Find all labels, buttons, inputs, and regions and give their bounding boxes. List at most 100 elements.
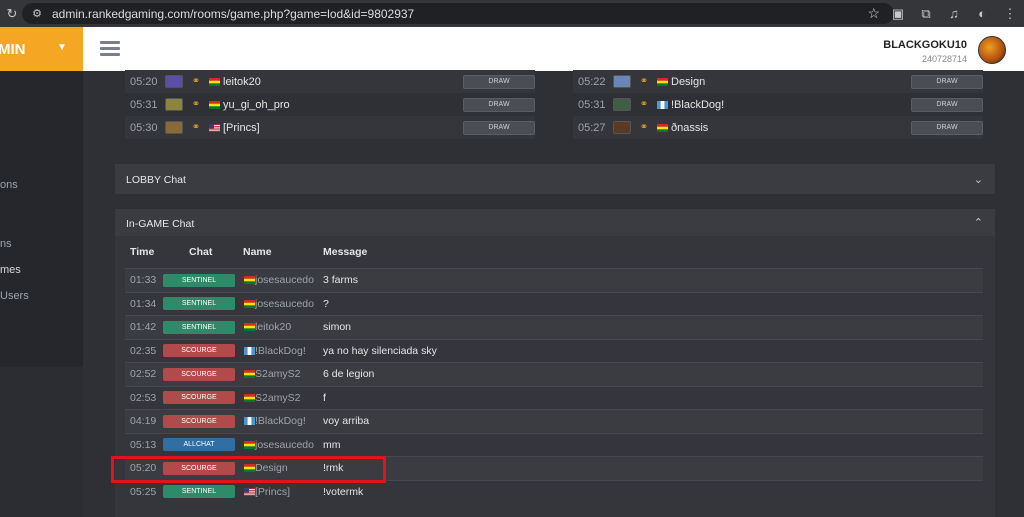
draw-button[interactable]: DRAW (463, 120, 535, 135)
chat-player-name[interactable]: [Princs] (244, 486, 323, 498)
lobby-chat-title: LOBBY Chat (126, 174, 186, 186)
chat-time: 02:35 (130, 344, 157, 357)
chevron-up-icon[interactable]: ⌃ (974, 216, 983, 229)
player-name[interactable]: yu_gi_oh_pro (223, 99, 463, 111)
chat-message: simon (323, 321, 352, 334)
col-name: Name (243, 246, 272, 258)
address-bar[interactable]: ⚙ admin.rankedgaming.com/rooms/game.php?… (22, 3, 894, 24)
chat-message: ya no hay silenciada sky (323, 344, 437, 357)
chat-channel-badge: SENTINEL (163, 485, 235, 499)
chat-row: 05:13 ALLCHAT josesaucedo mm (125, 432, 983, 457)
chevron-down-icon[interactable]: ⌄ (974, 173, 983, 186)
reload-icon[interactable]: ↻ (2, 6, 22, 22)
ingame-chat-title: In-GAME Chat (126, 218, 195, 230)
col-time: Time (130, 246, 155, 258)
player-time: 05:30 (130, 121, 158, 134)
link-icon[interactable]: ⚭ (183, 99, 209, 110)
browser-toolbar: ↻ ⚙ admin.rankedgaming.com/rooms/game.ph… (0, 0, 1024, 27)
chat-row: 01:33 SENTINEL josesaucedo 3 farms (125, 268, 983, 292)
player-name[interactable]: !BlackDog! (671, 99, 911, 111)
draw-button[interactable]: DRAW (463, 97, 535, 112)
ingame-chat-header[interactable]: In-GAME Chat ⌃ (115, 209, 995, 236)
media-icon[interactable]: ♫ (940, 6, 968, 21)
chat-player-name[interactable]: S2amyS2 (244, 368, 323, 380)
chat-channel-badge: SCOURGE (163, 414, 235, 428)
chat-row: 02:35 SCOURGE !BlackDog! ya no hay silencia… (125, 338, 983, 363)
chat-channel-badge: SCOURGE (163, 391, 235, 405)
col-message: Message (323, 246, 368, 258)
chat-player-name[interactable]: !BlackDog! (244, 415, 323, 427)
extension-icon[interactable]: ▣ (884, 6, 912, 22)
puzzle-icon[interactable]: ⧉ (912, 6, 940, 22)
draw-button[interactable]: DRAW (911, 120, 983, 135)
chat-channel-badge: ALLCHAT (163, 438, 235, 452)
chat-channel-badge: SCOURGE (163, 344, 235, 358)
chat-time: 05:25 (130, 485, 157, 498)
link-icon[interactable]: ⚭ (631, 99, 657, 110)
chat-player-name[interactable]: S2amyS2 (244, 392, 323, 404)
site-info-icon[interactable]: ⚙ (30, 7, 44, 21)
player-time: 05:20 (130, 75, 158, 88)
player-time: 05:31 (578, 98, 606, 111)
bookmark-star-icon[interactable]: ☆ (867, 5, 880, 22)
chat-time: 02:52 (130, 368, 157, 381)
top-header: BLACKGOKU10 240728714 (83, 27, 1024, 71)
sidebar-item-0[interactable]: ons (0, 179, 18, 191)
chat-time: 04:19 (130, 415, 157, 428)
chat-message: f (323, 391, 326, 404)
chat-message: voy arriba (323, 415, 370, 428)
chat-channel-badge: SENTINEL (163, 320, 235, 334)
chat-message: 3 farms (323, 274, 359, 287)
chat-player-name[interactable]: josesaucedo (244, 274, 323, 286)
player-color-swatch (165, 98, 183, 111)
flag-icon (657, 77, 671, 86)
chat-message: ? (323, 297, 329, 310)
url-text[interactable]: admin.rankedgaming.com/rooms/game.php?ga… (52, 7, 414, 21)
chat-player-name[interactable]: !BlackDog! (244, 345, 323, 357)
link-icon[interactable]: ⚭ (183, 76, 209, 87)
menu-dots-icon[interactable]: ⋮ (996, 6, 1024, 22)
chat-channel-badge: SENTINEL (163, 297, 235, 311)
chat-time: 01:34 (130, 297, 157, 310)
player-name[interactable]: [Princs] (223, 122, 463, 134)
player-name[interactable]: Design (671, 76, 911, 88)
chat-time: 02:53 (130, 391, 157, 404)
avatar[interactable] (978, 36, 1006, 64)
flag-icon (657, 123, 671, 132)
chat-message: !votermk (323, 485, 364, 498)
draw-button[interactable]: DRAW (463, 74, 535, 89)
player-name[interactable]: leitok20 (223, 76, 463, 88)
chat-row: 01:42 SENTINEL leitok20 simon (125, 315, 983, 339)
player-color-swatch (613, 121, 631, 134)
link-icon[interactable]: ⚭ (183, 122, 209, 133)
sidebar: MIN ▼ ons ns mes Users (0, 27, 83, 517)
sidebar-item-1[interactable]: ns (0, 238, 12, 250)
chat-row: 04:19 SCOURGE !BlackDog! voy arriba (125, 409, 983, 433)
player-row-left-1: 05:31 ⚭ yu_gi_oh_pro DRAW (125, 93, 535, 116)
main-content: 05:20 ⚭ leitok20 DRAW 05:31 ⚭ yu_gi_oh_pro DRAW… (83, 70, 1024, 517)
player-row-right-0: 05:22 ⚭ Design DRAW (573, 70, 983, 93)
player-color-swatch (613, 75, 631, 88)
chat-row: 05:25 SENTINEL [Princs] !votermk (125, 479, 983, 504)
lobby-chat-panel[interactable]: LOBBY Chat ⌄ (115, 164, 995, 194)
sidebar-item-games[interactable]: mes (0, 264, 21, 276)
player-color-swatch (613, 98, 631, 111)
brand-label: MIN (0, 40, 26, 58)
chat-player-name[interactable]: leitok20 (244, 321, 323, 333)
profile-icon[interactable]: ◐ (968, 6, 996, 21)
sidebar-item-users[interactable]: Users (0, 290, 29, 302)
chat-player-name[interactable]: josesaucedo (244, 298, 323, 310)
chat-message: mm (323, 438, 341, 451)
chat-player-name[interactable]: josesaucedo (244, 439, 323, 451)
flag-icon (209, 100, 223, 109)
link-icon[interactable]: ⚭ (631, 76, 657, 87)
draw-button[interactable]: DRAW (911, 74, 983, 89)
brand-dropdown[interactable]: MIN ▼ (0, 27, 83, 71)
draw-button[interactable]: DRAW (911, 97, 983, 112)
user-name[interactable]: BLACKGOKU10 (883, 39, 967, 51)
hamburger-menu-icon[interactable] (100, 41, 120, 57)
link-icon[interactable]: ⚭ (631, 122, 657, 133)
player-name[interactable]: ðnassis (671, 122, 911, 134)
user-id: 240728714 (921, 54, 967, 64)
player-row-right-1: 05:31 ⚭ !BlackDog! DRAW (573, 93, 983, 116)
